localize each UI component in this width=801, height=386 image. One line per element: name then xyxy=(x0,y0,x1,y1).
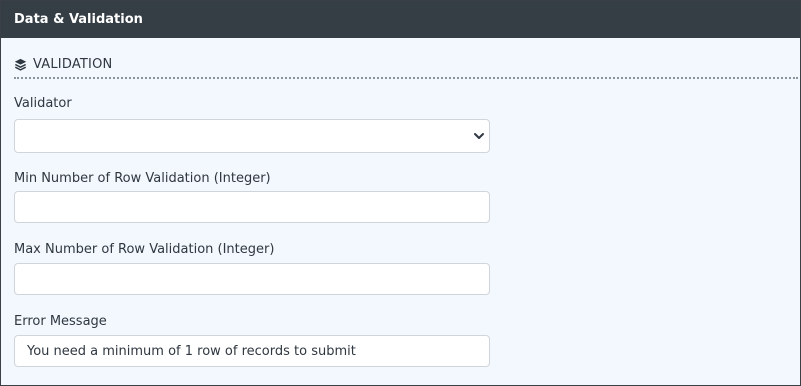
max-rows-input[interactable] xyxy=(14,263,490,295)
panel-header: Data & Validation xyxy=(1,1,800,38)
validator-label: Validator xyxy=(14,96,72,111)
error-message-input[interactable] xyxy=(14,335,490,367)
min-rows-input[interactable] xyxy=(14,191,490,223)
panel-title: Data & Validation xyxy=(14,12,143,27)
layers-icon xyxy=(14,58,27,71)
section-divider xyxy=(14,77,798,79)
chevron-down-icon xyxy=(473,130,485,142)
error-message-label: Error Message xyxy=(14,314,107,329)
min-rows-label: Min Number of Row Validation (Integer) xyxy=(14,171,271,186)
section-header: VALIDATION xyxy=(14,57,112,72)
section-title: VALIDATION xyxy=(33,57,113,72)
data-validation-panel: Data & Validation VALIDATION Validator M… xyxy=(0,0,801,386)
max-rows-label: Max Number of Row Validation (Integer) xyxy=(14,242,275,257)
validator-select[interactable] xyxy=(14,119,490,153)
